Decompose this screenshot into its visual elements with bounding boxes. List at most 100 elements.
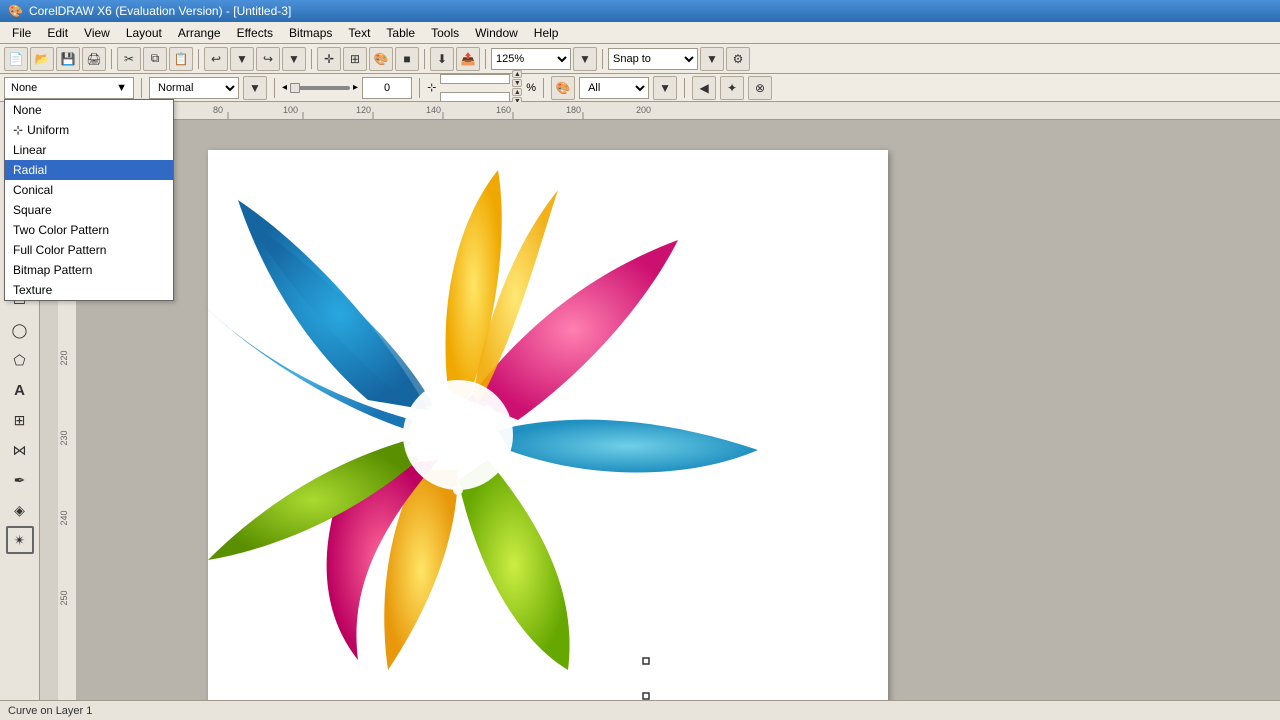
svg-text:180: 180 [566,105,581,115]
menu-item-edit[interactable]: Edit [39,24,76,42]
fill-option-label: Radial [13,163,47,177]
copy-button[interactable]: ⧉ [143,47,167,71]
fill-option-conical[interactable]: Conical [5,180,173,200]
table-tool[interactable]: ⊞ [6,406,34,434]
redo-button[interactable]: ↪ [256,47,280,71]
smart-fill-tool[interactable]: ✴ [6,526,34,554]
redo-dropdown[interactable]: ▼ [282,47,306,71]
import-btn[interactable]: ⬇ [430,47,454,71]
snap-to-select[interactable]: Snap to [608,48,698,70]
fill-dropdown-chevron: ▼ [116,82,127,94]
menu-bar: FileEditViewLayoutArrangeEffectsBitmapsT… [0,22,1280,44]
svg-text:220: 220 [59,350,69,365]
coord-x-input[interactable]: 271.227 [440,74,510,84]
opacity-slider-area: ◂ ▸ [282,82,358,93]
toolbar-sep5 [485,49,486,69]
menu-item-help[interactable]: Help [526,24,567,42]
menu-item-file[interactable]: File [4,24,39,42]
property-bar: None ▼ None⊹ UniformLinearRadialConicalS… [0,74,1280,102]
toolbar-sep4 [424,49,425,69]
toolbar-sep2 [198,49,199,69]
open-button[interactable]: 📂 [30,47,54,71]
all-dropdown[interactable]: ▼ [653,76,677,100]
zoom-dropdown[interactable]: ▼ [573,47,597,71]
text-tool[interactable]: A [6,376,34,404]
fill-option-uniform[interactable]: ⊹ Uniform [5,120,173,140]
coord-box: 271.227 ▲ ▼ 0 ▲ ▼ [440,70,522,105]
fill-option-label: Linear [13,143,46,157]
svg-text:140: 140 [426,105,441,115]
coord-y-up[interactable]: ▲ [512,88,522,96]
svg-text:100: 100 [283,105,298,115]
fill-option-texture[interactable]: Texture [5,280,173,300]
canvas: 200 210 220 230 240 250 [58,120,1280,700]
coord-icon: ⊹ [427,81,436,94]
print-button[interactable]: 🖨 [82,47,106,71]
edit-btn2[interactable]: ⊗ [748,76,772,100]
object-icon: 🎨 [551,76,575,100]
uniform-icon: ⊹ [13,123,23,137]
snap-dropdown[interactable]: ▼ [700,47,724,71]
menu-item-effects[interactable]: Effects [229,24,281,42]
menu-item-layout[interactable]: Layout [118,24,170,42]
fill-type-dropdown[interactable]: None ▼ [4,77,134,99]
percent-sign: % [526,82,536,94]
menu-item-text[interactable]: Text [340,24,378,42]
fill-option-label: Texture [13,283,52,297]
fill-option-full-color[interactable]: Full Color Pattern [5,240,173,260]
svg-text:230: 230 [59,430,69,445]
opacity-input[interactable]: 0 [362,77,412,99]
cut-button[interactable]: ✂ [117,47,141,71]
fill-type-container: None ▼ None⊹ UniformLinearRadialConicalS… [4,77,134,99]
undo-dropdown[interactable]: ▼ [230,47,254,71]
edit-btn1[interactable]: ✦ [720,76,744,100]
coord-x-up[interactable]: ▲ [512,70,522,78]
fill-type-label: None [11,82,37,94]
toolbar-sep6 [602,49,603,69]
status-bar: Curve on Layer 1 [0,700,1280,720]
canvas-area: 40 60 80 100 120 140 160 180 200 [40,102,1280,700]
fill-option-radial[interactable]: Radial [5,160,173,180]
save-button[interactable]: 💾 [56,47,80,71]
fill-option-label: Square [13,203,52,217]
paste-button[interactable]: 📋 [169,47,193,71]
ruler-top: 40 60 80 100 120 140 160 180 200 [40,102,1280,120]
eyedropper-tool[interactable]: ✒ [6,466,34,494]
status-text: Curve on Layer 1 [8,705,92,717]
menu-item-table[interactable]: Table [378,24,423,42]
export-btn[interactable]: 📤 [456,47,480,71]
fill-option-bitmap[interactable]: Bitmap Pattern [5,260,173,280]
ellipse-tool[interactable]: ◯ [6,316,34,344]
zoom-select[interactable]: 125% 100% 75% 50% [491,48,571,70]
prop-sep4 [543,78,544,98]
polygon-tool[interactable]: ⬠ [6,346,34,374]
transform-btn[interactable]: ⊞ [343,47,367,71]
all-select[interactable]: All [579,77,649,99]
menu-item-view[interactable]: View [76,24,118,42]
fill-option-linear[interactable]: Linear [5,140,173,160]
blend-mode-select[interactable]: Normal [149,77,239,99]
menu-item-bitmaps[interactable]: Bitmaps [281,24,340,42]
menu-item-window[interactable]: Window [467,24,526,42]
blend-dropdown[interactable]: ▼ [243,76,267,100]
menu-item-tools[interactable]: Tools [423,24,467,42]
coord-y-input[interactable]: 0 [440,92,510,102]
snap-settings-btn[interactable]: ⚙ [726,47,750,71]
pick-tool-btn[interactable]: ✛ [317,47,341,71]
svg-text:200: 200 [636,105,651,115]
fill-btn[interactable]: ■ [395,47,419,71]
parallel-tool[interactable]: ⋈ [6,436,34,464]
fill-type-list: None⊹ Uniform Linear Radial Conical Square Tw… [4,99,174,301]
coord-x-down[interactable]: ▼ [512,79,522,87]
fill-option-none[interactable]: None [5,100,173,120]
menu-item-arrange[interactable]: Arrange [170,24,229,42]
fill-option-two-color[interactable]: Two Color Pattern [5,220,173,240]
fill-option-square[interactable]: Square [5,200,173,220]
undo-button[interactable]: ↩ [204,47,228,71]
prop-sep1 [141,78,142,98]
title-bar: 🎨 CorelDRAW X6 (Evaluation Version) - [U… [0,0,1280,22]
new-button[interactable]: 📄 [4,47,28,71]
color-btn[interactable]: 🎨 [369,47,393,71]
back-btn[interactable]: ◀ [692,76,716,100]
interactive-fill-tool[interactable]: ◈ [6,496,34,524]
